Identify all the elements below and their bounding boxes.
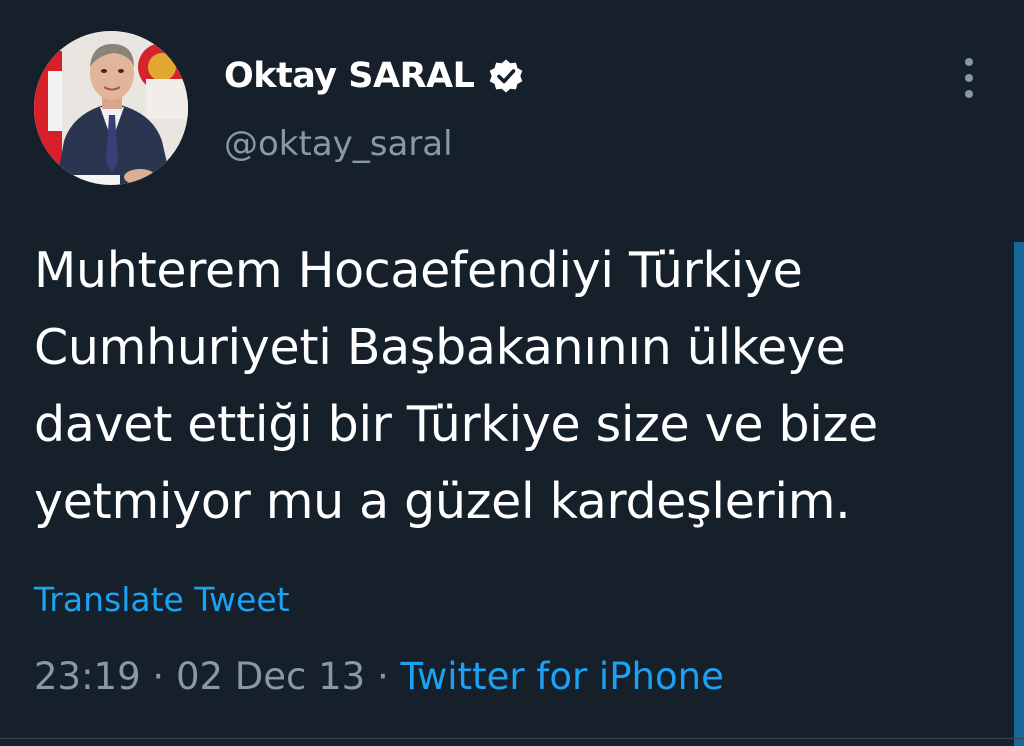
more-dot [965, 58, 973, 66]
tweet-text-line: Cumhuriyeti Başbakanının ülkeye [34, 319, 846, 376]
avatar-image [34, 31, 188, 185]
tweet-card: Oktay SARAL @oktay_saral Muhterem Hocaef… [0, 0, 1024, 746]
user-handle[interactable]: @oktay_saral [224, 124, 453, 164]
meta-separator: · [377, 655, 389, 698]
tweet-text-line: Muhterem Hocaefendiyi Türkiye [34, 242, 803, 299]
name-row: Oktay SARAL [224, 52, 524, 100]
meta-separator: · [152, 655, 165, 698]
translate-tweet-link[interactable]: Translate Tweet [34, 580, 290, 619]
display-name[interactable]: Oktay SARAL [224, 56, 475, 96]
tweet-source-link[interactable]: Twitter for iPhone [401, 655, 724, 698]
tweet-metadata: 23:19 · 02 Dec 13 · Twitter for iPhone [34, 655, 724, 698]
tweet-text: Muhterem Hocaefendiyi Türkiye Cumhuriyet… [34, 232, 994, 540]
tweet-time: 23:19 [34, 655, 141, 698]
tweet-text-line: davet ettiği bir Türkiye size ve bize [34, 396, 878, 453]
more-vertical-icon[interactable] [958, 58, 980, 98]
tweet-text-line: yetmiyor mu a güzel kardeşlerim. [34, 473, 851, 530]
divider [0, 738, 1024, 739]
verified-badge-icon [488, 58, 524, 94]
avatar[interactable] [34, 31, 188, 185]
scrollbar[interactable] [1014, 242, 1024, 746]
more-dot [965, 90, 973, 98]
more-dot [965, 74, 973, 82]
tweet-date: 02 Dec 13 [175, 655, 366, 698]
